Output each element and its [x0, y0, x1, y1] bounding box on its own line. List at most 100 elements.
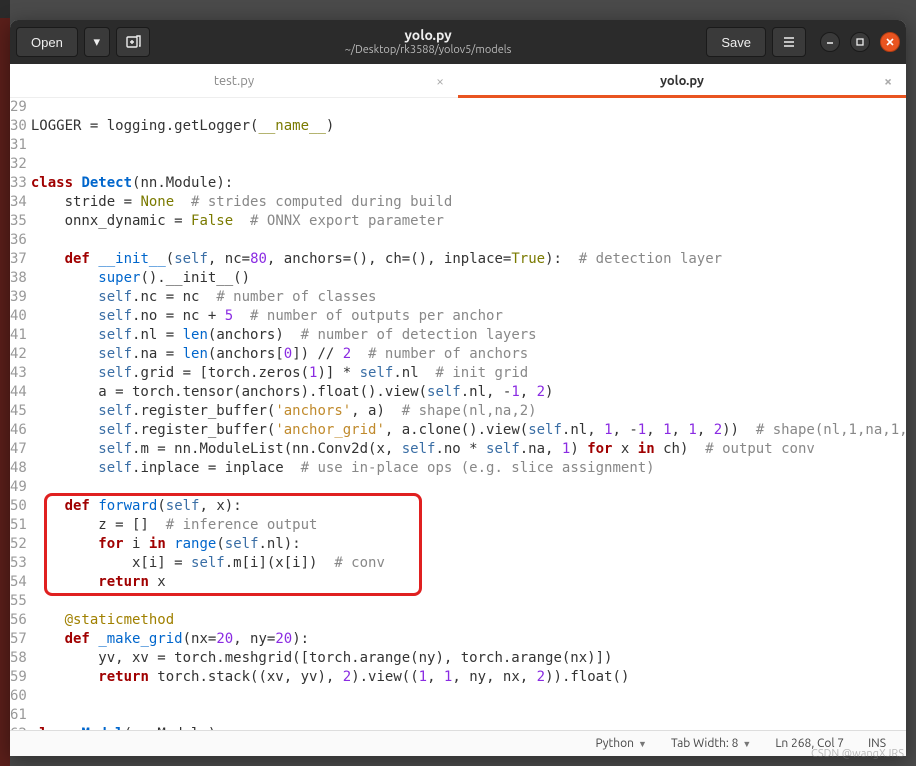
- tab-close-icon[interactable]: ×: [884, 73, 892, 89]
- line-number: 42: [10, 345, 27, 364]
- line-number: 59: [10, 668, 27, 687]
- chevron-down-icon: ▼: [742, 739, 751, 749]
- line-number: 61: [10, 706, 27, 725]
- tab-yolo-py[interactable]: yolo.py ×: [458, 64, 906, 97]
- line-number: 49: [10, 478, 27, 497]
- status-mode[interactable]: INS: [868, 737, 886, 750]
- code-line[interactable]: @staticmethod: [31, 611, 906, 630]
- code-line[interactable]: def _make_grid(nx=20, ny=20):: [31, 630, 906, 649]
- code-line[interactable]: self.no = nc + 5 # number of outputs per…: [31, 307, 906, 326]
- line-number: 31: [10, 136, 27, 155]
- status-cursor[interactable]: Ln 268, Col 7: [775, 737, 844, 750]
- code-line[interactable]: self.inplace = inplace # use in-place op…: [31, 459, 906, 478]
- tab-label: test.py: [214, 74, 254, 88]
- line-number: 44: [10, 383, 27, 402]
- code-line[interactable]: [31, 231, 906, 250]
- line-number-gutter: 2930313233343536373839404142434445464748…: [10, 98, 31, 730]
- line-number: 62: [10, 725, 27, 730]
- editor-window: Open ▾ yolo.py ~/Desktop/rk3588/yolov5/m…: [10, 20, 906, 756]
- chevron-down-icon: ▼: [638, 739, 647, 749]
- maximize-button[interactable]: [850, 32, 870, 52]
- open-dropdown-button[interactable]: ▾: [84, 27, 110, 57]
- line-number: 47: [10, 440, 27, 459]
- code-line[interactable]: self.register_buffer('anchor_grid', a.cl…: [31, 421, 906, 440]
- minimize-icon: [825, 37, 835, 47]
- code-line[interactable]: self.register_buffer('anchors', a) # sha…: [31, 402, 906, 421]
- tab-test-py[interactable]: test.py ×: [10, 64, 458, 97]
- line-number: 57: [10, 630, 27, 649]
- code-line[interactable]: [31, 592, 906, 611]
- code-line[interactable]: stride = None # strides computed during …: [31, 193, 906, 212]
- open-button[interactable]: Open: [16, 27, 78, 57]
- line-number: 37: [10, 250, 27, 269]
- close-button[interactable]: [880, 32, 900, 52]
- line-number: 50: [10, 497, 27, 516]
- new-tab-button[interactable]: [116, 27, 150, 57]
- code-line[interactable]: return torch.stack((xv, yv), 2).view((1,…: [31, 668, 906, 687]
- tab-label: yolo.py: [660, 74, 704, 88]
- code-line[interactable]: self.nl = len(anchors) # number of detec…: [31, 326, 906, 345]
- maximize-icon: [855, 37, 865, 47]
- title-group: yolo.py ~/Desktop/rk3588/yolov5/models: [156, 27, 701, 57]
- line-number: 39: [10, 288, 27, 307]
- save-button[interactable]: Save: [706, 27, 766, 57]
- line-number: 32: [10, 155, 27, 174]
- line-number: 48: [10, 459, 27, 478]
- status-bar: Python▼ Tab Width: 8▼ Ln 268, Col 7 INS: [10, 730, 906, 756]
- code-area[interactable]: LOGGER = logging.getLogger(__name__) cla…: [31, 98, 906, 730]
- code-line[interactable]: a = torch.tensor(anchors).float().view(s…: [31, 383, 906, 402]
- code-line[interactable]: [31, 136, 906, 155]
- code-line[interactable]: z = [] # inference output: [31, 516, 906, 535]
- line-number: 60: [10, 687, 27, 706]
- code-line[interactable]: self.m = nn.ModuleList(nn.Conv2d(x, self…: [31, 440, 906, 459]
- hamburger-icon: [782, 35, 796, 49]
- line-number: 35: [10, 212, 27, 231]
- code-line[interactable]: x[i] = self.m[i](x[i]) # conv: [31, 554, 906, 573]
- code-line[interactable]: for i in range(self.nl):: [31, 535, 906, 554]
- line-number: 51: [10, 516, 27, 535]
- code-line[interactable]: [31, 478, 906, 497]
- code-line[interactable]: return x: [31, 573, 906, 592]
- line-number: 36: [10, 231, 27, 250]
- line-number: 45: [10, 402, 27, 421]
- line-number: 29: [10, 98, 27, 117]
- code-line[interactable]: def __init__(self, nc=80, anchors=(), ch…: [31, 250, 906, 269]
- line-number: 53: [10, 554, 27, 573]
- code-line[interactable]: onnx_dynamic = False # ONNX export param…: [31, 212, 906, 231]
- line-number: 41: [10, 326, 27, 345]
- line-number: 54: [10, 573, 27, 592]
- hamburger-menu-button[interactable]: [772, 27, 806, 57]
- line-number: 40: [10, 307, 27, 326]
- code-line[interactable]: def forward(self, x):: [31, 497, 906, 516]
- window-subtitle: ~/Desktop/rk3588/yolov5/models: [156, 44, 701, 57]
- line-number: 58: [10, 649, 27, 668]
- status-tab-width[interactable]: Tab Width: 8▼: [671, 737, 751, 750]
- code-line[interactable]: [31, 155, 906, 174]
- line-number: 33: [10, 174, 27, 193]
- code-editor[interactable]: 2930313233343536373839404142434445464748…: [10, 98, 906, 730]
- code-line[interactable]: LOGGER = logging.getLogger(__name__): [31, 117, 906, 136]
- tab-close-icon[interactable]: ×: [436, 73, 444, 89]
- line-number: 46: [10, 421, 27, 440]
- titlebar: Open ▾ yolo.py ~/Desktop/rk3588/yolov5/m…: [10, 20, 906, 64]
- code-line[interactable]: self.na = len(anchors[0]) // 2 # number …: [31, 345, 906, 364]
- line-number: 43: [10, 364, 27, 383]
- line-number: 56: [10, 611, 27, 630]
- line-number: 52: [10, 535, 27, 554]
- code-line[interactable]: class Detect(nn.Module):: [31, 174, 906, 193]
- code-line[interactable]: [31, 687, 906, 706]
- code-line[interactable]: yv, xv = torch.meshgrid([torch.arange(ny…: [31, 649, 906, 668]
- close-icon: [885, 37, 895, 47]
- code-line[interactable]: [31, 98, 906, 117]
- code-line[interactable]: class Model(nn.Module):: [31, 725, 906, 730]
- code-line[interactable]: self.nc = nc # number of classes: [31, 288, 906, 307]
- line-number: 34: [10, 193, 27, 212]
- chevron-down-icon: ▾: [94, 34, 101, 50]
- code-line[interactable]: self.grid = [torch.zeros(1)] * self.nl #…: [31, 364, 906, 383]
- status-language[interactable]: Python▼: [595, 737, 646, 750]
- code-line[interactable]: super().__init__(): [31, 269, 906, 288]
- code-line[interactable]: [31, 706, 906, 725]
- minimize-button[interactable]: [820, 32, 840, 52]
- line-number: 38: [10, 269, 27, 288]
- desktop-left-strip: [0, 0, 10, 766]
